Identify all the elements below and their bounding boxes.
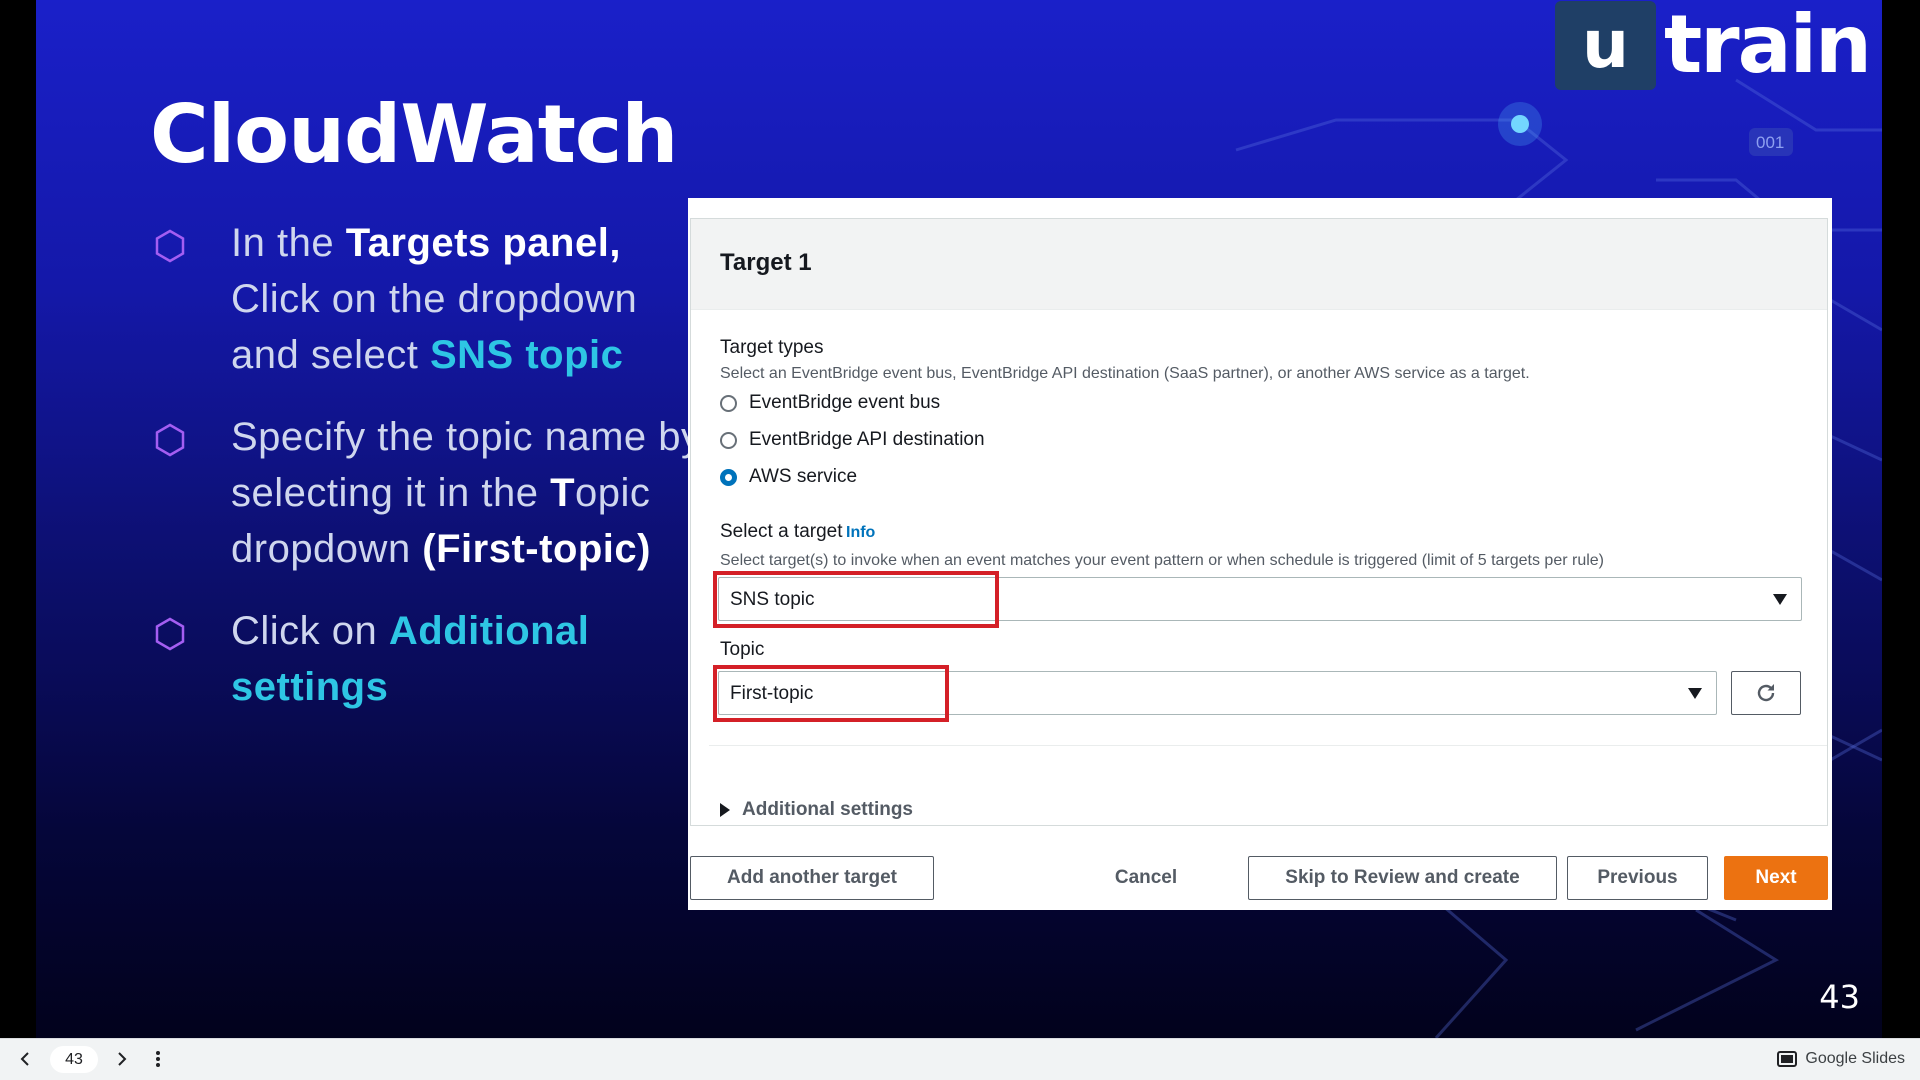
hexagon-bullet-icon xyxy=(155,229,185,263)
previous-button[interactable]: Previous xyxy=(1567,856,1708,900)
next-button[interactable]: Next xyxy=(1724,856,1828,900)
next-slide-button[interactable] xyxy=(109,1047,133,1071)
slide: 001 u train CloudWatch In the Targets pa… xyxy=(36,0,1882,1038)
divider xyxy=(709,745,1827,746)
utrain-logo: u train xyxy=(1554,0,1872,91)
more-vert-icon xyxy=(156,1051,160,1067)
deco-label: 001 xyxy=(1756,133,1784,152)
select-target-label: Select a target xyxy=(720,521,843,542)
target-header-title: Target 1 xyxy=(720,249,812,276)
caret-right-icon xyxy=(720,802,730,817)
previous-slide-button[interactable] xyxy=(14,1047,38,1071)
google-slides-link[interactable]: Google Slides xyxy=(1777,1050,1905,1068)
radio-eventbridge-bus[interactable] xyxy=(720,395,737,412)
select-target-description: Select target(s) to invoke when an event… xyxy=(720,552,1604,569)
logo-box: u xyxy=(1554,0,1656,90)
additional-settings-toggle[interactable]: Additional settings xyxy=(720,799,913,821)
bullet-fragment-highlight: SNS topic xyxy=(429,333,624,377)
slides-app-icon xyxy=(1777,1051,1798,1067)
chevron-left-icon xyxy=(20,1052,29,1066)
bullet-text: Specify the topic name by selecting it i… xyxy=(231,409,714,577)
highlight-box-topic xyxy=(713,665,949,722)
refresh-button[interactable] xyxy=(1731,671,1801,715)
caret-down-icon xyxy=(1688,688,1702,699)
bullet-fragment-bold: (First-topic) xyxy=(422,527,651,571)
bullet-fragment: In the xyxy=(231,221,346,265)
highlight-box-target xyxy=(713,571,999,628)
target-container: Target 1 Target types Select an EventBri… xyxy=(690,218,1828,826)
refresh-icon xyxy=(1757,684,1775,702)
bullet-list: In the Targets panel, Click on the dropd… xyxy=(154,215,714,741)
target-types-label: Target types xyxy=(720,337,824,358)
radio-label-eventbridge-bus[interactable]: EventBridge event bus xyxy=(749,392,940,414)
radio-eventbridge-api[interactable] xyxy=(720,432,737,449)
hexagon-bullet-icon xyxy=(155,423,185,457)
chevron-right-icon xyxy=(118,1052,127,1066)
more-options-button[interactable] xyxy=(146,1047,170,1071)
add-another-target-button[interactable]: Add another target xyxy=(690,856,934,900)
bullet-text: In the Targets panel, Click on the dropd… xyxy=(231,215,714,383)
radio-aws-service[interactable] xyxy=(720,469,737,486)
skip-to-review-button[interactable]: Skip to Review and create xyxy=(1248,856,1557,900)
google-slides-label: Google Slides xyxy=(1805,1050,1905,1067)
additional-settings-label: Additional settings xyxy=(742,799,913,820)
aws-target-panel-screenshot: Target 1 Target types Select an EventBri… xyxy=(688,198,1832,910)
target-header: Target 1 xyxy=(691,219,1827,310)
caret-down-icon xyxy=(1773,594,1787,605)
bullet-item: Specify the topic name by selecting it i… xyxy=(154,409,714,577)
bullet-fragment-bold: T xyxy=(550,471,575,515)
slides-player-bar: 43 Google Slides xyxy=(0,1038,1920,1080)
radio-label-aws-service[interactable]: AWS service xyxy=(749,466,857,488)
radio-label-eventbridge-api[interactable]: EventBridge API destination xyxy=(749,429,985,451)
bullet-fragment-bold: Targets panel, xyxy=(345,221,621,265)
hexagon-bullet-icon xyxy=(155,617,185,651)
slide-title: CloudWatch xyxy=(150,88,678,181)
slide-number-pill[interactable]: 43 xyxy=(50,1046,98,1073)
bullet-fragment: Click on xyxy=(231,609,389,653)
logo-text: train xyxy=(1663,0,1872,91)
target-types-description: Select an EventBridge event bus, EventBr… xyxy=(720,365,1530,382)
info-link[interactable]: Info xyxy=(846,524,875,542)
topic-label: Topic xyxy=(720,639,765,660)
cancel-button[interactable]: Cancel xyxy=(1084,856,1208,900)
bullet-text: Click on Additional settings xyxy=(231,603,714,715)
bullet-item: In the Targets panel, Click on the dropd… xyxy=(154,215,714,383)
bullet-item: Click on Additional settings xyxy=(154,603,714,715)
slide-page-number: 43 xyxy=(1819,978,1860,1016)
